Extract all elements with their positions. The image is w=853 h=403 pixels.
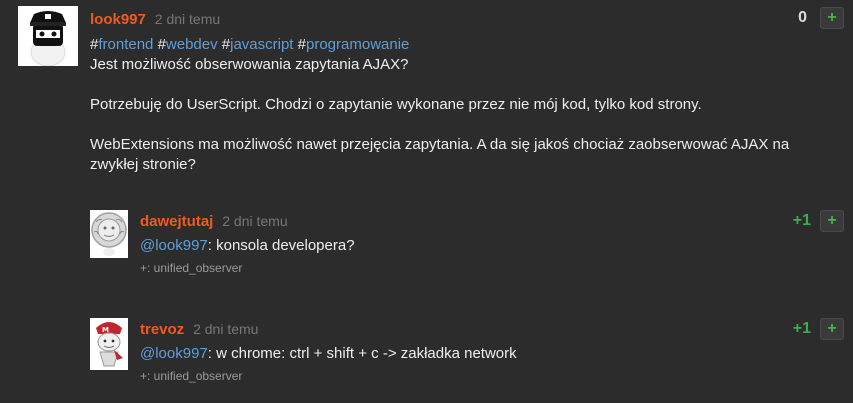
entry-header: look997 2 dni temu — [90, 10, 220, 29]
comment-header: trevoz 2 dni temu — [140, 320, 258, 339]
tag-link-webdev[interactable]: webdev — [166, 36, 218, 53]
comment-avatar[interactable]: M — [90, 318, 128, 370]
character-avatar-icon: M — [90, 318, 128, 370]
comment-plus-button[interactable]: + — [820, 318, 844, 340]
police-avatar-icon — [18, 6, 78, 67]
entry-author-link[interactable]: look997 — [90, 11, 146, 28]
entry-vote-count: 0 — [798, 9, 807, 26]
comment-body: @look997: konsola developera? — [140, 236, 355, 256]
comment-timestamp[interactable]: 2 dni temu — [222, 213, 287, 229]
comment-plus-button[interactable]: + — [820, 210, 844, 232]
comment-voters[interactable]: +: unified_observer — [140, 369, 242, 383]
comment-header: dawejtutaj 2 dni temu — [140, 212, 288, 231]
comment-author-link[interactable]: trevoz — [140, 321, 184, 338]
comment: dawejtutaj 2 dni temu @look997: konsola … — [90, 210, 853, 275]
comment: M trevoz 2 dni temu @look997: w chrome: … — [90, 318, 853, 383]
tag-link-javascript[interactable]: javascript — [230, 36, 293, 53]
medusa-avatar-icon — [90, 210, 128, 258]
comment-text: : w chrome: ctrl + shift + c -> zakładka… — [207, 345, 517, 362]
entry-paragraph: Jest możliwość obserwowania zapytania AJ… — [90, 56, 409, 73]
tag-link-programowanie[interactable]: programowanie — [306, 36, 409, 53]
comment-vote-count: +1 — [792, 320, 811, 337]
comment-voters[interactable]: +: unified_observer — [140, 261, 242, 275]
comment-vote-count: +1 — [792, 212, 811, 229]
entry-body: #frontend #webdev #javascript #programow… — [90, 35, 830, 195]
tag-hash: # — [157, 36, 166, 53]
comment-text: : konsola developera? — [207, 237, 355, 254]
tag-hash: # — [297, 36, 306, 53]
comment-timestamp[interactable]: 2 dni temu — [193, 321, 258, 337]
tag-hash: # — [221, 36, 231, 53]
entry-timestamp[interactable]: 2 dni temu — [155, 11, 220, 27]
mention-link[interactable]: @look997 — [140, 237, 208, 254]
comment-avatar[interactable] — [90, 210, 128, 258]
comment-author-link[interactable]: dawejtutaj — [140, 213, 213, 230]
entry-tags: #frontend #webdev #javascript #programow… — [90, 35, 830, 55]
author-avatar[interactable] — [18, 6, 78, 67]
comment-body: @look997: w chrome: ctrl + shift + c -> … — [140, 344, 517, 364]
entry-paragraph: WebExtensions ma możliwość nawet przejęc… — [90, 136, 790, 173]
entry-paragraph: Potrzebuję do UserScript. Chodzi o zapyt… — [90, 96, 702, 113]
tag-link-frontend[interactable]: frontend — [98, 36, 153, 53]
entry-plus-button[interactable]: + — [820, 7, 844, 29]
mention-link[interactable]: @look997 — [140, 345, 208, 362]
